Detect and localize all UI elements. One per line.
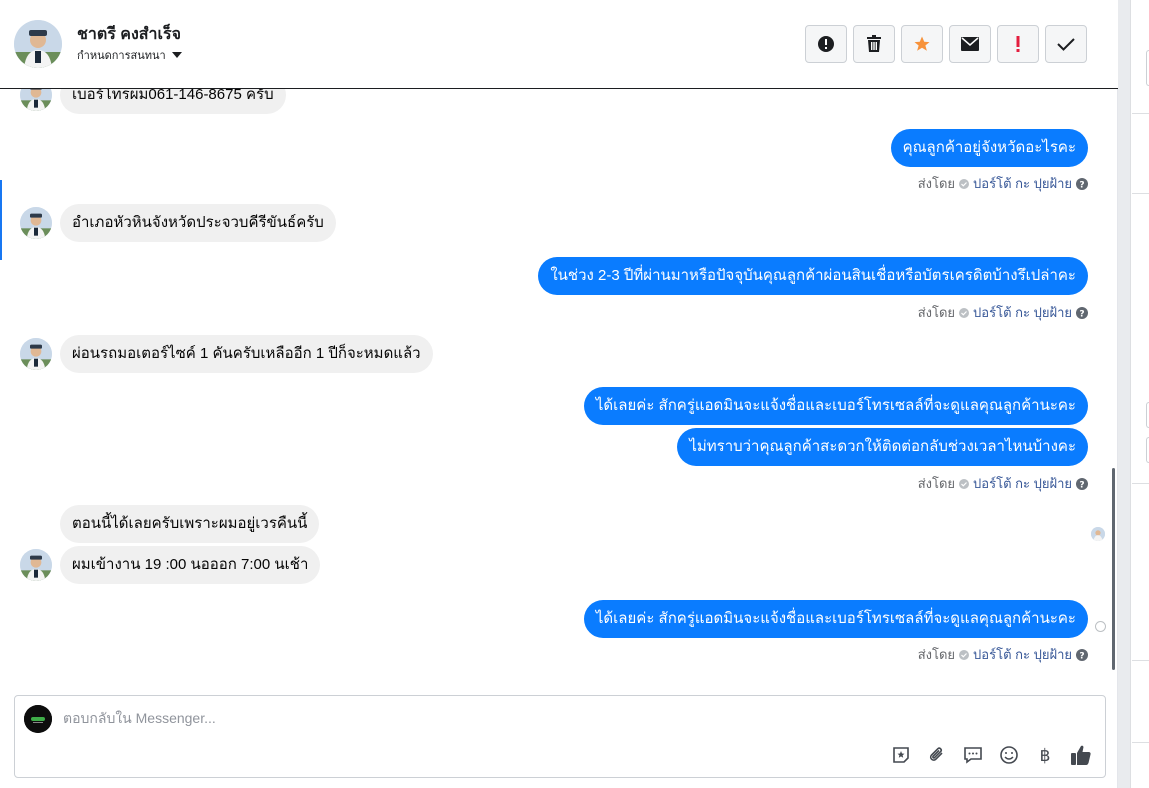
mark-spam-button[interactable] bbox=[805, 25, 847, 63]
message-bubble-outgoing[interactable]: ได้เลยค่ะ สักครู่แอดมินจะแจ้งชื่อและเบอร… bbox=[583, 387, 1088, 425]
contact-name[interactable]: ชาตรี คงสำเร็จ bbox=[77, 22, 181, 47]
sender-avatar bbox=[20, 89, 52, 111]
help-icon[interactable]: ? bbox=[1076, 477, 1088, 490]
delivered-indicator bbox=[1095, 621, 1106, 632]
sender-avatar bbox=[20, 549, 52, 581]
incoming-message-row: เบอร์โทรผม061-146-8675 ครับ bbox=[20, 89, 286, 114]
help-icon[interactable]: ? bbox=[1076, 177, 1088, 190]
message-bubble-incoming[interactable]: เบอร์โทรผม061-146-8675 ครับ bbox=[60, 89, 286, 114]
follow-up-button[interactable] bbox=[997, 25, 1039, 63]
sent-by-name[interactable]: ปอร์โต้ กะ ปุยฝ้าย bbox=[973, 302, 1072, 323]
sticker-button[interactable] bbox=[889, 743, 913, 767]
svg-text:?: ? bbox=[1079, 309, 1084, 319]
outgoing-message-row: คุณลูกค้าอยู่จังหวัดอะไรคะ bbox=[890, 129, 1088, 167]
check-icon bbox=[1057, 38, 1075, 51]
sent-by-info: ส่งโดย ปอร์โต้ กะ ปุยฝ้าย ? bbox=[918, 302, 1088, 323]
outgoing-message-row: ได้เลยค่ะ สักครู่แอดมินจะแจ้งชื่อและเบอร… bbox=[583, 600, 1088, 638]
conversation-settings-label: กำหนดการสนทนา bbox=[77, 50, 166, 62]
emoji-icon bbox=[1000, 746, 1018, 764]
attach-button[interactable] bbox=[925, 743, 949, 767]
saved-replies-button[interactable] bbox=[961, 743, 985, 767]
sticker-icon bbox=[893, 747, 909, 763]
sent-by-label: ส่งโดย bbox=[917, 305, 956, 320]
saved-reply-icon bbox=[964, 747, 982, 764]
conversation-settings-dropdown[interactable]: กำหนดการสนทนา bbox=[77, 46, 182, 64]
divider bbox=[1132, 742, 1149, 743]
help-icon[interactable]: ? bbox=[1076, 306, 1088, 319]
caret-down-icon bbox=[171, 52, 182, 58]
outgoing-message-row: ได้เลยค่ะ สักครู่แอดมินจะแจ้งชื่อและเบอร… bbox=[583, 387, 1088, 425]
composer-toolbar: ฿ bbox=[889, 743, 1093, 767]
page-avatar bbox=[24, 705, 52, 733]
check-circle-icon bbox=[959, 178, 970, 189]
thumbs-up-icon bbox=[1071, 745, 1091, 765]
envelope-icon bbox=[961, 37, 979, 51]
sent-by-label: ส่งโดย bbox=[917, 176, 956, 191]
conversation-actions bbox=[805, 25, 1087, 63]
incoming-message-row: ตอนนี้ได้เลยครับเพราะผมอยู่เวรคืนนี้ bbox=[60, 505, 320, 543]
sent-by-name[interactable]: ปอร์โต้ กะ ปุยฝ้าย bbox=[973, 473, 1072, 494]
svg-text:?: ? bbox=[1079, 651, 1084, 661]
incoming-message-row: อำเภอหัวหินจังหวัดประจวบคีรีขันธ์ครับ bbox=[20, 204, 336, 242]
message-bubble-outgoing[interactable]: ได้เลยค่ะ สักครู่แอดมินจะแจ้งชื่อและเบอร… bbox=[583, 600, 1088, 638]
sender-avatar bbox=[20, 207, 52, 239]
divider bbox=[1132, 113, 1149, 114]
thread-scrollbar[interactable] bbox=[1112, 468, 1115, 670]
like-button[interactable] bbox=[1069, 743, 1093, 767]
outgoing-message-row: ในช่วง 2-3 ปีที่ผ่านมาหรือปัจจุบันคุณลูก… bbox=[538, 257, 1088, 295]
mark-done-button[interactable] bbox=[1045, 25, 1087, 63]
svg-text:฿: ฿ bbox=[1040, 746, 1051, 765]
reply-input[interactable] bbox=[63, 710, 883, 726]
sender-avatar bbox=[20, 338, 52, 370]
incoming-message-row: ผมเข้างาน 19 :00 นอออก 7:00 นเช้า bbox=[20, 546, 321, 584]
message-bubble-outgoing[interactable]: คุณลูกค้าอยู่จังหวัดอะไรคะ bbox=[890, 129, 1088, 167]
incoming-message-row: ผ่อนรถมอเตอร์ไซค์ 1 คันครับเหลืออีก 1 ปี… bbox=[20, 335, 433, 373]
message-bubble-outgoing[interactable]: ในช่วง 2-3 ปีที่ผ่านมาหรือปัจจุบันคุณลูก… bbox=[538, 257, 1088, 295]
help-icon[interactable]: ? bbox=[1076, 648, 1088, 661]
seen-avatar bbox=[1091, 527, 1105, 541]
divider bbox=[1132, 483, 1149, 484]
message-bubble-incoming[interactable]: ตอนนี้ได้เลยครับเพราะผมอยู่เวรคืนนี้ bbox=[60, 505, 320, 543]
star-button[interactable] bbox=[901, 25, 943, 63]
star-icon bbox=[914, 36, 930, 51]
svg-text:?: ? bbox=[1079, 480, 1084, 490]
sent-by-info: ส่งโดย ปอร์โต้ กะ ปุยฝ้าย ? bbox=[918, 473, 1088, 494]
message-thread[interactable]: เบอร์โทรผม061-146-8675 ครับ คุณลูกค้าอยู… bbox=[0, 89, 1118, 679]
sent-by-label: ส่งโดย bbox=[917, 647, 956, 662]
message-bubble-outgoing[interactable]: ไม่ทราบว่าคุณลูกค้าสะดวกให้ติดต่อกลับช่ว… bbox=[677, 428, 1088, 466]
trash-icon bbox=[867, 35, 881, 52]
conversation-panel: ชาตรี คงสำเร็จ กำหนดการสนทนา เบอร์โทรผม0… bbox=[0, 0, 1118, 788]
divider bbox=[1132, 660, 1149, 661]
message-bubble-incoming[interactable]: ผ่อนรถมอเตอร์ไซค์ 1 คันครับเหลืออีก 1 ปี… bbox=[60, 335, 433, 373]
mark-unread-button[interactable] bbox=[949, 25, 991, 63]
sent-by-info: ส่งโดย ปอร์โต้ กะ ปุยฝ้าย ? bbox=[918, 173, 1088, 194]
alert-circle-icon bbox=[818, 36, 834, 52]
divider bbox=[1132, 193, 1149, 194]
sent-by-name[interactable]: ปอร์โต้ กะ ปุยฝ้าย bbox=[973, 644, 1072, 665]
panel-divider bbox=[1118, 0, 1130, 788]
contact-avatar[interactable] bbox=[14, 20, 62, 68]
emoji-button[interactable] bbox=[997, 743, 1021, 767]
payment-button[interactable]: ฿ bbox=[1033, 743, 1057, 767]
sent-by-label: ส่งโดย bbox=[917, 476, 956, 491]
exclamation-icon bbox=[1016, 36, 1020, 52]
reply-composer: ฿ bbox=[14, 695, 1106, 778]
message-bubble-incoming[interactable]: อำเภอหัวหินจังหวัดประจวบคีรีขันธ์ครับ bbox=[60, 204, 336, 242]
sent-by-info: ส่งโดย ปอร์โต้ กะ ปุยฝ้าย ? bbox=[918, 644, 1088, 665]
sent-by-name[interactable]: ปอร์โต้ กะ ปุยฝ้าย bbox=[973, 173, 1072, 194]
svg-text:?: ? bbox=[1079, 180, 1084, 190]
message-bubble-incoming[interactable]: ผมเข้างาน 19 :00 นอออก 7:00 นเช้า bbox=[60, 546, 321, 584]
check-circle-icon bbox=[959, 478, 970, 489]
baht-icon: ฿ bbox=[1040, 746, 1051, 765]
conversation-header: ชาตรี คงสำเร็จ กำหนดการสนทนา bbox=[0, 0, 1118, 89]
outgoing-message-row: ไม่ทราบว่าคุณลูกค้าสะดวกให้ติดต่อกลับช่ว… bbox=[677, 428, 1088, 466]
delete-button[interactable] bbox=[853, 25, 895, 63]
check-circle-icon bbox=[959, 307, 970, 318]
check-circle-icon bbox=[959, 649, 970, 660]
paperclip-icon bbox=[929, 747, 943, 761]
customer-info-panel bbox=[1130, 0, 1149, 788]
